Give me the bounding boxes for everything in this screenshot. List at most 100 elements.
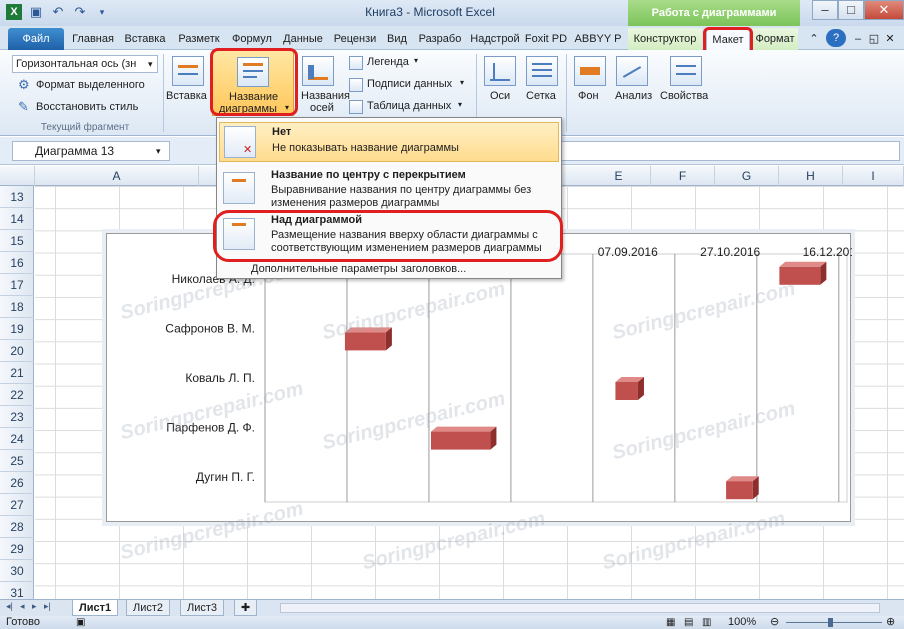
zoom-in-icon[interactable]: ⊕ bbox=[886, 616, 895, 629]
row-header[interactable]: 18 bbox=[0, 296, 34, 318]
sheet-tab-1[interactable]: Лист1 bbox=[72, 600, 119, 616]
row-header[interactable]: 20 bbox=[0, 340, 34, 362]
chart-elements-select[interactable]: Горизонтальная ось (зн bbox=[12, 55, 158, 73]
last-sheet-icon[interactable]: ▸| bbox=[44, 601, 51, 612]
zoom-slider-thumb[interactable] bbox=[828, 618, 833, 627]
doc-close-icon[interactable]: ✕ bbox=[882, 28, 898, 50]
row-header[interactable]: 25 bbox=[0, 450, 34, 472]
menu-item-centered-overlay[interactable]: Название по центру с перекрытием Выравни… bbox=[219, 166, 559, 210]
tab-data[interactable]: Данные bbox=[280, 28, 326, 50]
data-labels-button[interactable]: Подписи данных bbox=[367, 78, 452, 90]
tab-insert[interactable]: Вставка bbox=[120, 28, 170, 50]
row-header[interactable]: 16 bbox=[0, 252, 34, 274]
tab-foxit[interactable]: Foxit PD bbox=[522, 28, 570, 50]
gridlines-button[interactable]: Сетка bbox=[526, 90, 556, 102]
insert-button[interactable]: Вставка bbox=[166, 90, 207, 102]
row-header[interactable]: 19 bbox=[0, 318, 34, 340]
insert-sheet-icon[interactable]: ✚ bbox=[234, 600, 258, 616]
row-header[interactable]: 28 bbox=[0, 516, 34, 538]
zoom-level[interactable]: 100% bbox=[728, 616, 756, 629]
row-header[interactable]: 26 bbox=[0, 472, 34, 494]
zoom-out-icon[interactable]: ⊖ bbox=[770, 616, 779, 629]
sheet-tab-3[interactable]: Лист3 bbox=[180, 600, 225, 616]
row-header[interactable]: 15 bbox=[0, 230, 34, 252]
row-header[interactable]: 14 bbox=[0, 208, 34, 230]
row-header[interactable]: 24 bbox=[0, 428, 34, 450]
column-header[interactable]: H bbox=[779, 166, 843, 186]
horizontal-scrollbar[interactable] bbox=[280, 603, 880, 613]
background-button[interactable]: Фон bbox=[578, 90, 599, 102]
menu-item-title: Название по центру с перекрытием bbox=[271, 169, 466, 181]
row-header[interactable]: 21 bbox=[0, 362, 34, 384]
maximize-button[interactable]: □ bbox=[838, 0, 864, 20]
chevron-down-icon: ▾ bbox=[414, 56, 419, 65]
save-icon[interactable]: ▣ bbox=[28, 4, 44, 20]
doc-minimize-icon[interactable]: – bbox=[850, 28, 866, 50]
ribbon-tabs: Файл Главная Вставка Разметк Формул Данн… bbox=[0, 26, 904, 50]
column-header[interactable]: F bbox=[651, 166, 715, 186]
row-header[interactable]: 22 bbox=[0, 384, 34, 406]
tab-page-layout[interactable]: Разметк bbox=[174, 28, 224, 50]
format-selection-button[interactable]: Формат выделенного bbox=[36, 79, 145, 91]
page-break-view-icon[interactable]: ▥ bbox=[702, 616, 711, 629]
column-header[interactable]: G bbox=[715, 166, 779, 186]
sheet-tab-2[interactable]: Лист2 bbox=[126, 600, 171, 616]
column-header[interactable]: I bbox=[843, 166, 904, 186]
first-sheet-icon[interactable]: ◂| bbox=[6, 601, 13, 612]
page-layout-view-icon[interactable]: ▤ bbox=[684, 616, 693, 629]
tab-developer[interactable]: Разрабо bbox=[414, 28, 466, 50]
zoom-slider[interactable] bbox=[786, 622, 882, 623]
category-label: Коваль Л. П. bbox=[185, 371, 255, 385]
tab-design[interactable]: Конструктор bbox=[628, 28, 702, 50]
chart-tools-context-header: Работа с диаграммами bbox=[628, 0, 800, 26]
row-header[interactable]: 29 bbox=[0, 538, 34, 560]
row-header[interactable]: 17 bbox=[0, 274, 34, 296]
properties-button[interactable]: Свойства bbox=[660, 90, 708, 102]
collapse-ribbon-icon[interactable]: ⌃ bbox=[806, 28, 822, 50]
chevron-down-icon: ▾ bbox=[460, 78, 465, 87]
tab-abbyy[interactable]: ABBYY P bbox=[572, 28, 624, 50]
axis-titles-label-1[interactable]: Названия bbox=[301, 90, 350, 102]
column-header[interactable]: A bbox=[35, 166, 199, 186]
row-header[interactable]: 13 bbox=[0, 186, 34, 208]
undo-icon[interactable]: ↶ bbox=[50, 4, 66, 20]
analysis-button[interactable]: Анализ bbox=[615, 90, 652, 102]
next-sheet-icon[interactable]: ▸ bbox=[32, 601, 37, 612]
reset-style-button[interactable]: Восстановить стиль bbox=[36, 101, 138, 113]
tab-addins[interactable]: Надстрой bbox=[470, 28, 520, 50]
select-all-corner[interactable] bbox=[0, 166, 35, 186]
column-header[interactable]: E bbox=[587, 166, 651, 186]
macro-record-icon[interactable]: ▣ bbox=[76, 616, 85, 629]
close-button[interactable]: ✕ bbox=[864, 0, 904, 20]
title-bar: X ▣ ↶ ↷ ▾ Книга3 - Microsoft Excel Работ… bbox=[0, 0, 904, 26]
tab-view[interactable]: Вид bbox=[384, 28, 410, 50]
tab-review[interactable]: Рецензи bbox=[330, 28, 380, 50]
row-header[interactable]: 23 bbox=[0, 406, 34, 428]
axis-titles-label-2[interactable]: осей bbox=[310, 102, 334, 114]
legend-button[interactable]: Легенда bbox=[367, 56, 409, 68]
data-table-button[interactable]: Таблица данных bbox=[367, 100, 451, 112]
prev-sheet-icon[interactable]: ◂ bbox=[20, 601, 25, 612]
minimize-button[interactable]: – bbox=[812, 0, 838, 20]
tab-file[interactable]: Файл bbox=[8, 28, 64, 50]
category-label: Дугин П. Г. bbox=[196, 470, 255, 484]
menu-item-none[interactable]: ✕ Нет Не показывать название диаграммы bbox=[219, 122, 559, 162]
tab-formulas[interactable]: Формул bbox=[228, 28, 276, 50]
red-x-icon: ✕ bbox=[243, 144, 253, 156]
menu-item-title: Нет bbox=[272, 126, 292, 138]
help-icon[interactable]: ? bbox=[826, 29, 846, 47]
category-label: Парфенов Д. Ф. bbox=[166, 421, 255, 435]
row-header[interactable]: 30 bbox=[0, 560, 34, 582]
doc-restore-icon[interactable]: ◱ bbox=[866, 28, 882, 50]
row-header[interactable]: 27 bbox=[0, 494, 34, 516]
more-title-options[interactable]: Дополнительные параметры заголовков... bbox=[251, 263, 466, 275]
excel-logo-icon: X bbox=[6, 4, 22, 20]
tab-home[interactable]: Главная bbox=[70, 28, 116, 50]
axis-titles-icon bbox=[302, 56, 334, 86]
customize-qat-icon[interactable]: ▾ bbox=[94, 4, 110, 20]
axes-button[interactable]: Оси bbox=[490, 90, 510, 102]
normal-view-icon[interactable]: ▦ bbox=[666, 616, 675, 629]
tab-format[interactable]: Формат bbox=[752, 28, 798, 50]
redo-icon[interactable]: ↷ bbox=[72, 4, 88, 20]
name-box[interactable]: Диаграмма 13 bbox=[12, 141, 170, 161]
